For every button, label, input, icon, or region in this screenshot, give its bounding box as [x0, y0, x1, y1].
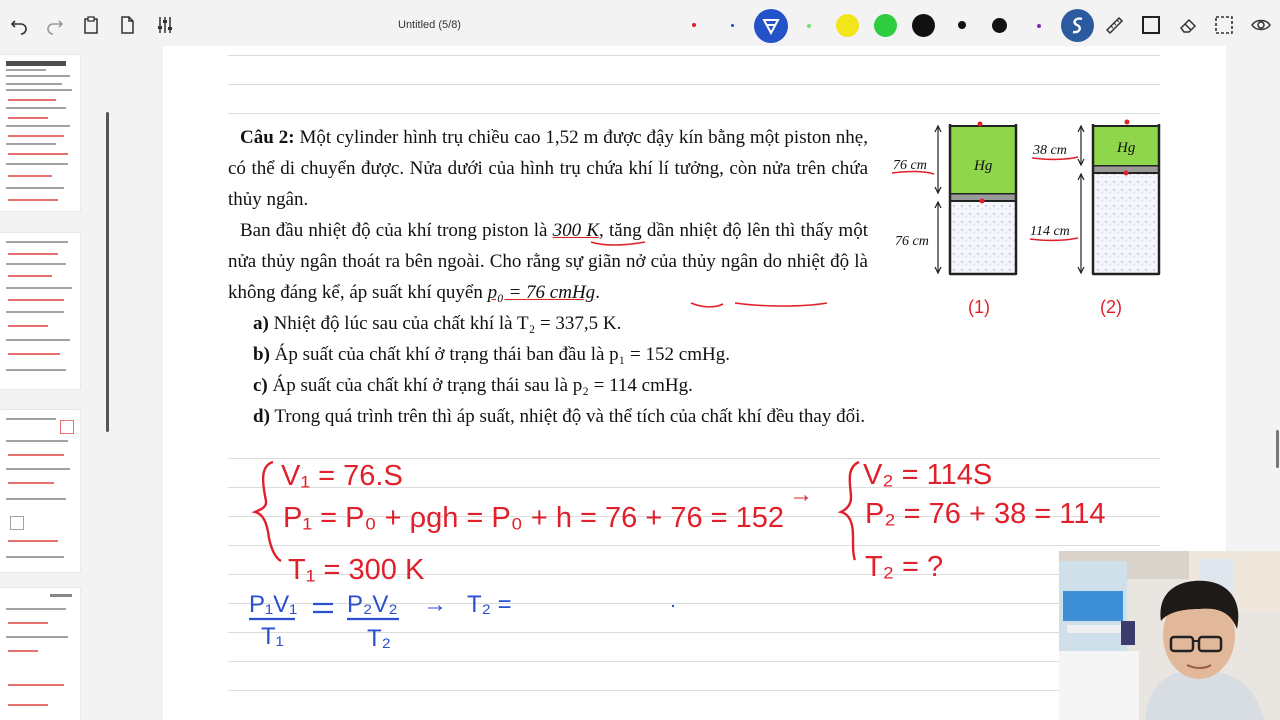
- page-scrollbar[interactable]: [1276, 430, 1279, 468]
- black-swatch-medium[interactable]: [992, 18, 1007, 33]
- pen-tool-icon[interactable]: [1061, 9, 1094, 42]
- page-thumbnail-2[interactable]: [0, 233, 80, 389]
- black-swatch-small[interactable]: [958, 21, 966, 29]
- toolbar: Untitled (5/8): [0, 0, 1280, 52]
- webcam-video: [1059, 551, 1280, 720]
- sliders-icon[interactable]: [152, 12, 178, 38]
- page-thumbnail-4[interactable]: [0, 588, 80, 720]
- handwriting-arrow: →: [789, 481, 813, 508]
- eq-result: T₂ =: [467, 591, 512, 618]
- view-eye-icon[interactable]: [1248, 12, 1274, 38]
- eq-rhs-denominator: T₂: [367, 625, 391, 652]
- yellow-swatch[interactable]: [836, 14, 859, 37]
- redo-icon[interactable]: [42, 12, 68, 38]
- eraser-icon[interactable]: [1175, 12, 1201, 38]
- pen-red-swatch[interactable]: [692, 23, 696, 27]
- handwriting-t1: T₁ = 300 K: [288, 554, 425, 586]
- eq-lhs-numerator: P₁V₁: [249, 591, 297, 618]
- green-swatch[interactable]: [874, 14, 897, 37]
- page-thumbnail-1[interactable]: [0, 55, 80, 211]
- eq-arrow: →: [423, 591, 447, 618]
- handwriting-v2: V₂ = 114S: [863, 459, 992, 491]
- rectangle-icon[interactable]: [1138, 12, 1164, 38]
- pen-blue-swatch[interactable]: [731, 24, 734, 27]
- page-icon[interactable]: [114, 12, 140, 38]
- undo-icon[interactable]: [6, 12, 32, 38]
- purple-swatch[interactable]: [1037, 24, 1041, 28]
- clipboard-icon[interactable]: [78, 12, 104, 38]
- eq-rhs-numerator: P₂V₂: [347, 591, 398, 618]
- lasso-select-icon[interactable]: [1211, 12, 1237, 38]
- black-swatch-large[interactable]: [912, 14, 935, 37]
- app-window: Untitled (5/8) Câu 2: Một cylinder hình …: [0, 0, 1280, 720]
- eq-lhs-denominator: T₁: [261, 623, 284, 650]
- highlighter-tool-icon[interactable]: [754, 9, 788, 43]
- pen-green-swatch[interactable]: [807, 24, 811, 28]
- page-thumbnails: [0, 52, 110, 720]
- handwriting-p1: P₁ = P₀ + ρgh = P₀ + h = 76 + 76 = 152: [283, 502, 784, 534]
- webcam-overlay: [1059, 551, 1280, 720]
- ruler-icon[interactable]: [1101, 12, 1127, 38]
- handwriting-p2: P₂ = 76 + 38 = 114: [865, 498, 1106, 530]
- handwriting-v1: V₁ = 76.S: [281, 460, 403, 492]
- handwriting-t2: T₂ = ?: [865, 551, 943, 583]
- thumbnail-scrollbar[interactable]: [106, 112, 109, 432]
- page-thumbnail-3[interactable]: [0, 410, 80, 572]
- document-title: Untitled (5/8): [398, 19, 461, 31]
